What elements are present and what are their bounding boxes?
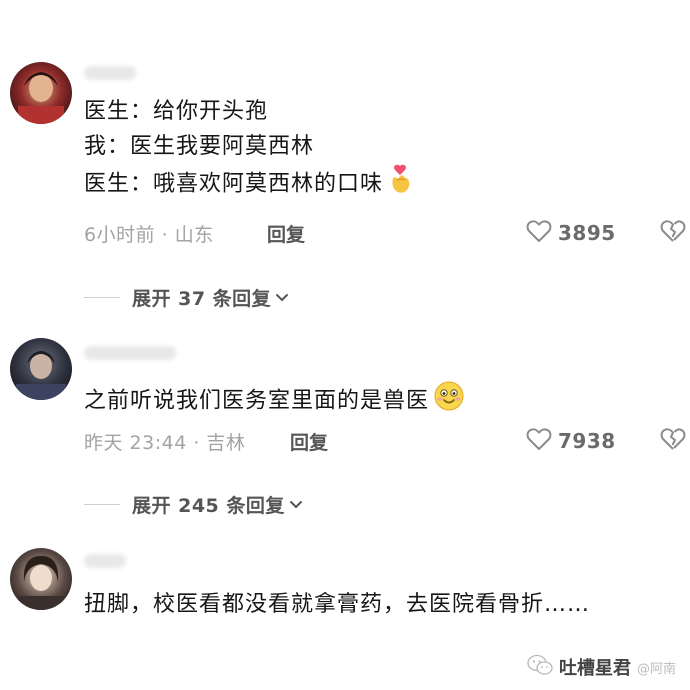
username-blurred [84, 554, 126, 568]
username-blurred [84, 66, 136, 80]
avatar[interactable] [10, 548, 72, 610]
expand-replies-button[interactable]: 展开 245 条回复 [84, 491, 303, 518]
reply-button[interactable]: 回复 [267, 220, 305, 247]
comment-body: 之前听说我们医务室里面的是兽医 [84, 380, 465, 415]
finger-heart-emoji-icon [387, 164, 413, 205]
watermark-handle: @阿南 [636, 661, 676, 677]
comment-line: 之前听说我们医务室里面的是兽医 [84, 388, 430, 414]
comment-body: 医生：给你开头孢 我：医生我要阿莫西林 医生：哦喜欢阿莫西林的口味 [84, 94, 413, 199]
heart-outline-icon [526, 427, 552, 455]
like-count: 7938 [558, 429, 616, 453]
like-button[interactable]: 7938 [526, 427, 616, 455]
wechat-icon [527, 654, 553, 680]
dislike-button[interactable] [660, 427, 686, 455]
comment-line: 医生：给你开头孢 [84, 99, 269, 124]
avatar[interactable] [10, 338, 72, 400]
avatar[interactable] [10, 62, 72, 124]
chevron-down-icon [289, 495, 303, 514]
chevron-down-icon [275, 288, 289, 307]
reply-button[interactable]: 回复 [290, 428, 328, 455]
watermark: 吐槽星君 @阿南 [527, 654, 676, 680]
comment-body: 扭脚，校医看都没看就拿膏药，去医院看骨折…… [84, 587, 590, 622]
watermark-brand: 吐槽星君 [558, 658, 631, 679]
comment-list: 医生：给你开头孢 我：医生我要阿莫西林 医生：哦喜欢阿莫西林的口味 6小时前 ·… [0, 0, 690, 690]
like-button[interactable]: 3895 [526, 219, 616, 247]
heart-outline-icon [526, 219, 552, 247]
broken-heart-icon [660, 220, 686, 247]
comment-line: 扭脚，校医看都没看就拿膏药，去医院看骨折…… [84, 592, 591, 617]
grinning-face-emoji-icon [433, 380, 465, 423]
comment-meta: 昨天 23:44 · 吉林 [84, 432, 246, 454]
divider-dash [84, 504, 120, 505]
broken-heart-icon [660, 428, 686, 455]
like-count: 3895 [558, 221, 616, 245]
comment-line: 我：医生我要阿莫西林 [84, 134, 315, 159]
username-blurred [84, 346, 176, 360]
expand-replies-label: 展开 245 条回复 [132, 495, 285, 517]
dislike-button[interactable] [660, 219, 686, 247]
expand-replies-button[interactable]: 展开 37 条回复 [84, 284, 289, 311]
comment-line: 医生：哦喜欢阿莫西林的口味 [84, 171, 384, 197]
comment-meta: 6小时前 · 山东 [84, 224, 214, 246]
divider-dash [84, 297, 120, 298]
expand-replies-label: 展开 37 条回复 [132, 288, 272, 310]
